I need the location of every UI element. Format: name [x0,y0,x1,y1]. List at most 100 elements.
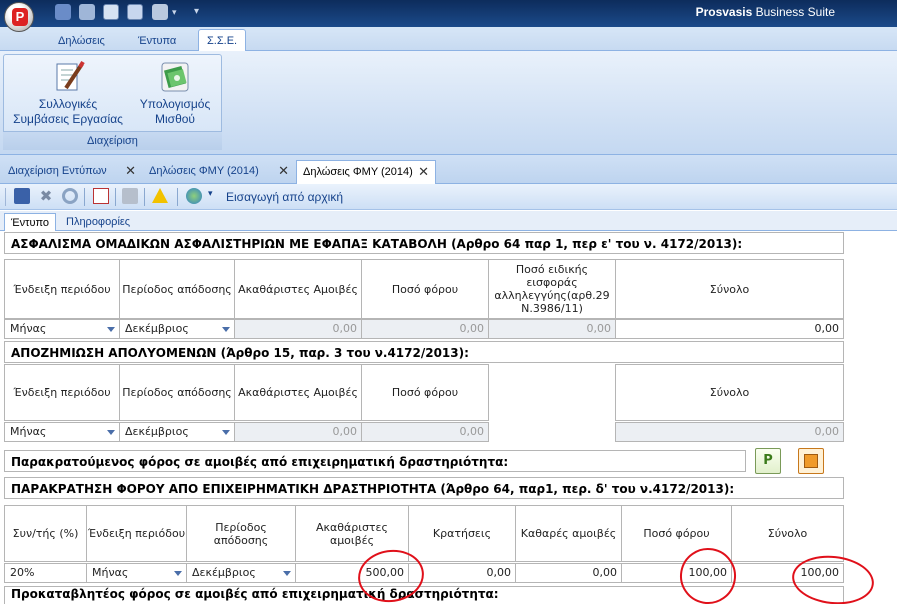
column-header: Ακαθάριστες Αμοιβές [234,364,362,421]
column-header: Περίοδος απόδοσης [119,259,235,319]
chevron-down-icon [283,571,291,576]
column-header: Σύνολο [615,364,844,421]
warning-icon[interactable] [152,188,168,203]
toolbar-grip [5,188,6,206]
button-label-line1: Υπολογισμός [139,97,211,111]
close-icon[interactable]: ✕ [418,161,429,183]
save-icon[interactable] [14,188,30,204]
app-logo-button[interactable]: P [4,2,34,32]
doc-tab-label: Δηλώσεις ΦΜΥ (2014) [303,166,413,178]
collective-agreements-button[interactable]: Συλλογικές Συμβάσεις Εργασίας [8,58,128,130]
close-icon[interactable]: ✕ [278,160,289,182]
doc-tab-forms-management[interactable]: Διαχείριση Εντύπων ✕ [2,160,142,184]
column-header: Ποσό ειδικής εισφοράς αλληλεγγύης(αρθ.29… [488,259,616,319]
ribbon-tab-sse[interactable]: Σ.Σ.Ε. [198,29,247,52]
chevron-down-icon [107,430,115,435]
refresh-icon[interactable] [55,4,71,20]
net-amount-field[interactable]: 0,00 [515,563,622,583]
period-indication-select[interactable]: Μήνας [4,422,120,442]
section-severance-title: ΑΠΟΖΗΜΙΩΣΗ ΑΠΟΛΥΟΜΕΝΩΝ (Άρθρο 15, παρ. 3… [4,341,844,363]
tab-form[interactable]: Έντυπο [4,213,57,231]
chevron-down-icon [107,327,115,332]
column-header: Περίοδος απόδοσης [119,364,235,421]
rate-field[interactable]: 20% [4,563,87,583]
solidarity-amount-field: 0,00 [488,319,616,339]
select-value: Δεκέμβριος [125,425,189,438]
column-header: Σύνολο [615,259,844,319]
select-value: Μήνας [10,425,47,438]
ribbon-group-label: Διαχείριση [3,131,222,150]
select-value: Μήνας [92,566,129,579]
section-group-insurance-title: ΑΣΦΑΛΙΣΜΑ ΟΜΑΔΙΚΩΝ ΑΣΦΑΛΙΣΤΗΡΙΩΝ ΜΕ ΕΦΑΠ… [4,232,844,254]
delete-x-icon[interactable]: ✖ [38,188,54,204]
select-value: Δεκέμβριος [125,322,189,335]
doc-tab-fmy-declarations-1[interactable]: Δηλώσεις ΦΜΥ (2014) ✕ [143,160,295,184]
section-business-tax-title: ΠΑΡΑΚΡΑΤΗΣΗ ΦΟΡΟΥ ΑΠΟ ΕΠΙΧΕΙΡΗΜΑΤΙΚΗ ΔΡΑ… [4,477,844,499]
period-select[interactable]: Δεκέμβριος [186,563,296,583]
prosvasis-aux-button[interactable]: P [755,448,781,474]
toolbar-separator [84,188,85,206]
app-title: Prosvasis Business Suite [696,5,835,19]
app-title-brand: Prosvasis [695,5,753,19]
total-field: 0,00 [615,319,844,339]
column-header: Ακαθάριστες Αμοιβές [234,259,362,319]
column-header: Ένδειξη περιόδου [4,364,120,421]
doc-tab-label: Διαχείριση Εντύπων [8,165,107,177]
column-header: Σύνολο [731,505,844,562]
database-icon[interactable] [79,4,95,20]
close-icon[interactable]: ✕ [125,160,136,182]
period-select[interactable]: Δεκέμβριος [119,319,235,339]
gross-amount-field: 0,00 [234,422,362,442]
period-indication-select[interactable]: Μήνας [86,563,187,583]
column-header: Ένδειξη περιόδου [86,505,187,562]
chevron-down-icon [222,430,230,435]
doc-tab-fmy-declarations-2[interactable]: Δηλώσεις ΦΜΥ (2014) ✕ [296,160,436,184]
logo-icon: P [12,8,28,26]
button-label-line2: Μισθού [155,112,195,126]
toolbar-separator [177,188,178,206]
print-icon[interactable] [122,188,138,204]
tab-information[interactable]: Πληροφορίες [60,213,136,231]
select-value: Δεκέμβριος [192,566,256,579]
customize-toolbar-icon[interactable]: ▾ [194,6,199,17]
doc-tab-label: Δηλώσεις ΦΜΥ (2014) [149,165,259,177]
toolbar-separator [115,188,116,206]
tax-amount-field: 0,00 [361,319,489,339]
ribbon-tab-declarations[interactable]: Δηλώσεις [50,31,113,51]
quick-access-dropdown-icon[interactable]: ▾ [172,8,177,18]
person-card-button[interactable] [798,448,824,474]
column-header: Ποσό φόρου [361,364,489,421]
person-card-icon [804,454,818,468]
import-from-original-button[interactable]: Εισαγωγή από αρχική [226,185,343,209]
contract-pen-icon [56,60,85,91]
letter-p-icon: P [763,453,773,468]
globe-icon[interactable] [186,188,202,204]
globe-dropdown-icon[interactable]: ▾ [208,189,213,199]
chevron-down-icon [222,327,230,332]
period-indication-select[interactable]: Μήνας [4,319,120,339]
app-title-rest: Business Suite [752,5,835,19]
column-header: Κρατήσεις [408,505,516,562]
button-label-line1: Συλλογικές [38,97,98,111]
toolbar-separator [144,188,145,206]
column-header: Ποσό φόρου [361,259,489,319]
document-icon[interactable] [103,4,119,20]
column-header: Ένδειξη περιόδου [4,259,120,319]
period-select[interactable]: Δεκέμβριος [119,422,235,442]
deductions-field[interactable]: 0,00 [408,563,516,583]
money-calculator-icon [161,62,189,92]
section-business-withholding-title: Παρακρατούμενος φόρος σε αμοιβές από επι… [4,450,746,472]
button-label-line2: Συμβάσεις Εργασίας [13,112,123,126]
attachment-icon[interactable] [152,4,168,20]
window-icon[interactable] [127,4,143,20]
column-header: Καθαρές αμοιβές [515,505,622,562]
column-header: Περίοδος απόδοσης [186,505,296,562]
total-field: 0,00 [615,422,844,442]
salary-calculation-button[interactable]: Υπολογισμός Μισθού [134,58,216,130]
column-header: Συν/τής (%) [4,505,87,562]
gross-amount-field: 0,00 [234,319,362,339]
ribbon-tab-forms[interactable]: Έντυπα [130,31,184,51]
reload-icon[interactable] [62,188,78,204]
cancel-document-icon[interactable] [93,188,109,204]
select-value: Μήνας [10,322,47,335]
